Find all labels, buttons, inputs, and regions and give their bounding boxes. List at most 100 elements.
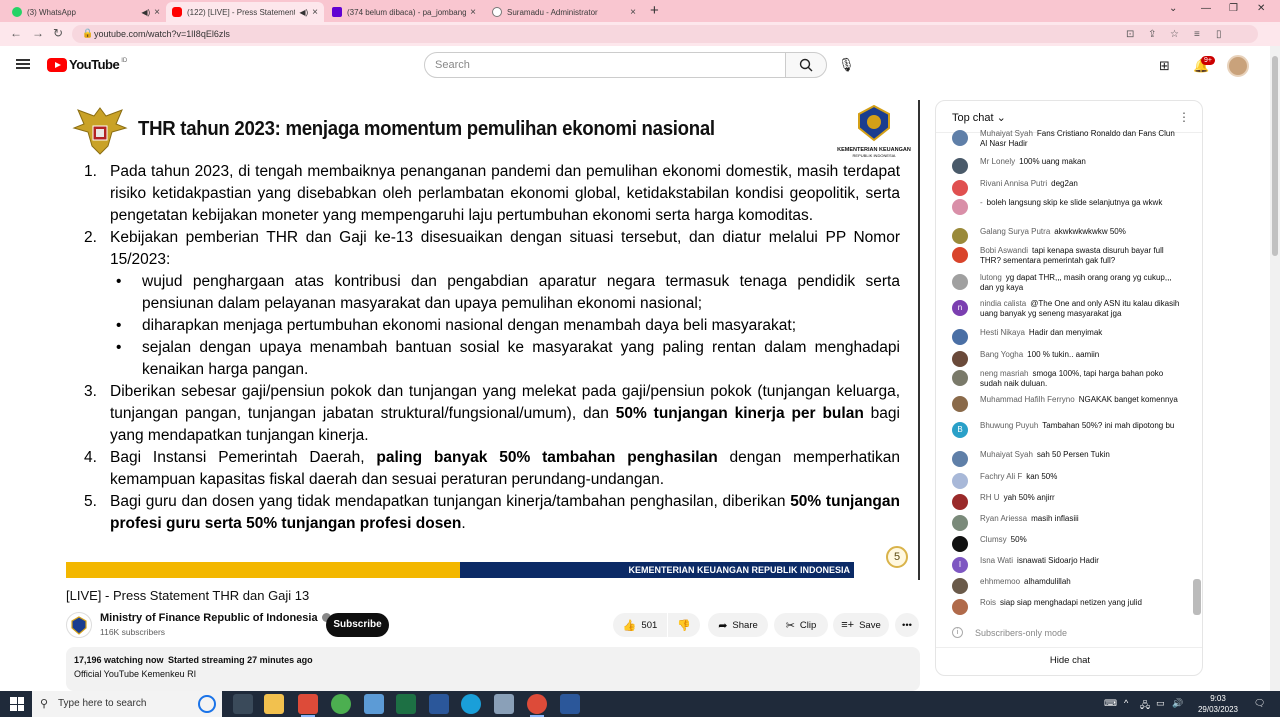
tab-whatsapp[interactable]: (3) WhatsApp ◀) × (6, 2, 166, 22)
file-explorer-icon[interactable] (264, 694, 284, 714)
reload-icon[interactable]: ↻ (53, 26, 63, 40)
avatar[interactable] (952, 351, 968, 367)
close-window-icon[interactable]: ✕ (1257, 3, 1265, 14)
new-tab-icon[interactable]: + (650, 2, 659, 19)
chat-author[interactable]: Isna Wati (980, 556, 1013, 565)
volume-icon[interactable]: 🔊 (1172, 698, 1183, 709)
avatar[interactable] (952, 329, 968, 345)
description-box[interactable]: 17,196 watching now Started streaming 27… (66, 647, 920, 691)
chat-author[interactable]: Bhuwung Puyuh (980, 421, 1038, 430)
avatar[interactable] (952, 130, 968, 146)
avatar[interactable] (952, 451, 968, 467)
clip-button[interactable]: ✂ Clip (774, 613, 828, 637)
avatar[interactable] (952, 599, 968, 615)
create-video-icon[interactable]: ⊞ (1159, 58, 1170, 74)
chat-author[interactable]: Muhammad Hafilh Ferryno (980, 395, 1075, 404)
avatar[interactable] (952, 180, 968, 196)
channel-name[interactable]: Ministry of Finance Republic of Indonesi… (100, 612, 331, 624)
avatar[interactable] (952, 536, 968, 552)
chat-author[interactable]: Bobi Aswandi (980, 246, 1028, 255)
subscribe-button[interactable]: Subscribe (326, 613, 389, 637)
avatar[interactable] (952, 247, 968, 263)
more-actions-button[interactable]: ••• (895, 613, 919, 637)
chat-author[interactable]: nindia calista (980, 299, 1026, 308)
chat-author[interactable]: - (980, 198, 983, 207)
task-view-icon[interactable] (233, 694, 253, 714)
chat-author[interactable]: Galang Surya Putra (980, 227, 1050, 236)
windows-start-icon[interactable] (10, 697, 24, 711)
close-tab-icon[interactable]: × (470, 7, 476, 18)
chat-author[interactable]: lutong (980, 273, 1002, 282)
chat-author[interactable]: Ryan Ariessa (980, 514, 1027, 523)
avatar[interactable] (952, 578, 968, 594)
page-scrollbar-thumb[interactable] (1272, 56, 1278, 256)
youtube-logo[interactable]: YouTube ID (47, 57, 127, 72)
page-scrollbar[interactable] (1270, 46, 1280, 694)
avatar[interactable] (952, 199, 968, 215)
tray-chevron-icon[interactable]: ^ (1124, 698, 1128, 708)
address-bar[interactable]: 🔒 youtube.com/watch?v=1lI8qEl6zls ⊡ ⇪ ☆ … (72, 25, 1258, 43)
tab-youtube-live[interactable]: (122) [LIVE] - Press Statement ◀) × (166, 2, 324, 22)
bookmark-star-icon[interactable]: ☆ (1170, 29, 1179, 40)
chat-author[interactable]: neng masriah (980, 369, 1028, 378)
excel-icon[interactable] (396, 694, 416, 714)
avatar[interactable] (952, 515, 968, 531)
search-button[interactable] (785, 52, 827, 78)
channel-avatar[interactable] (66, 612, 92, 638)
chat-scrollbar[interactable] (1193, 579, 1201, 615)
app-icon[interactable] (429, 694, 449, 714)
avatar[interactable] (952, 396, 968, 412)
share-button[interactable]: ➦ Share (708, 613, 768, 637)
like-button[interactable]: 👍 501 (613, 613, 667, 637)
dislike-button[interactable]: 👎 (668, 613, 700, 637)
search-input[interactable]: Search (424, 52, 786, 78)
save-button[interactable]: ≡+ Save (833, 613, 889, 637)
chat-author[interactable]: Mr Lonely (980, 157, 1015, 166)
chat-author[interactable]: Bang Yogha (980, 350, 1023, 359)
notepad-icon[interactable] (364, 694, 384, 714)
chat-author[interactable]: Rivani Annisa Putri (980, 179, 1047, 188)
taskbar-search-input[interactable]: ⚲ Type here to search (32, 691, 222, 717)
avatar[interactable]: n (952, 300, 968, 316)
chat-more-vertical-icon[interactable]: ⋮ (1178, 110, 1190, 124)
reading-list-icon[interactable]: ≡ (1194, 29, 1200, 40)
battery-icon[interactable]: ▭ (1156, 698, 1165, 709)
microphone-icon[interactable]: 🎙 (838, 57, 855, 73)
close-tab-icon[interactable]: × (154, 7, 160, 18)
avatar[interactable] (952, 158, 968, 174)
chat-author[interactable]: Fachry Ali F (980, 472, 1022, 481)
top-chat-dropdown[interactable]: Top chat ⌄ (952, 111, 1006, 124)
chat-author[interactable]: Muhaiyat Syah (980, 450, 1033, 459)
avatar[interactable] (952, 370, 968, 386)
hamburger-menu-icon[interactable] (16, 59, 30, 69)
forward-icon[interactable]: → (32, 26, 44, 40)
chat-author[interactable]: Hesti Nikaya (980, 328, 1025, 337)
minimize-icon[interactable]: — (1201, 3, 1211, 14)
chat-author[interactable]: Rois (980, 598, 996, 607)
chrome-profile-icon[interactable] (331, 694, 351, 714)
video-player[interactable]: THR tahun 2023: menjaga momentum pemulih… (66, 100, 920, 580)
avatar[interactable]: I (952, 557, 968, 573)
keyboard-icon[interactable]: ⌨ (1104, 698, 1117, 709)
chat-author[interactable]: ehhmemoo (980, 577, 1020, 586)
app-icon[interactable] (494, 694, 514, 714)
edge-icon[interactable] (461, 694, 481, 714)
chat-author[interactable]: Muhaiyat Syah (980, 129, 1033, 138)
avatar[interactable] (952, 494, 968, 510)
chrome-icon[interactable] (298, 694, 318, 717)
share-icon[interactable]: ⇪ (1148, 29, 1156, 40)
account-avatar[interactable] (1227, 55, 1249, 77)
avatar[interactable] (952, 473, 968, 489)
taskbar-clock[interactable]: 9:03 29/03/2023 (1190, 693, 1246, 715)
tab-yahoo-mail[interactable]: (374 belum dibaca) - pa_jombang × (326, 2, 482, 22)
restore-icon[interactable]: ❐ (1229, 3, 1238, 14)
back-icon[interactable]: ← (10, 26, 22, 40)
avatar[interactable]: B (952, 422, 968, 438)
hide-chat-button[interactable]: Hide chat (936, 655, 1202, 666)
install-app-icon[interactable]: ⊡ (1126, 29, 1134, 40)
avatar[interactable] (952, 228, 968, 244)
tab-search-chevron-icon[interactable]: ⌄ (1169, 3, 1177, 14)
close-tab-icon[interactable]: × (630, 7, 636, 18)
side-panel-icon[interactable]: ▯ (1216, 29, 1222, 40)
chrome-icon[interactable] (527, 694, 547, 717)
